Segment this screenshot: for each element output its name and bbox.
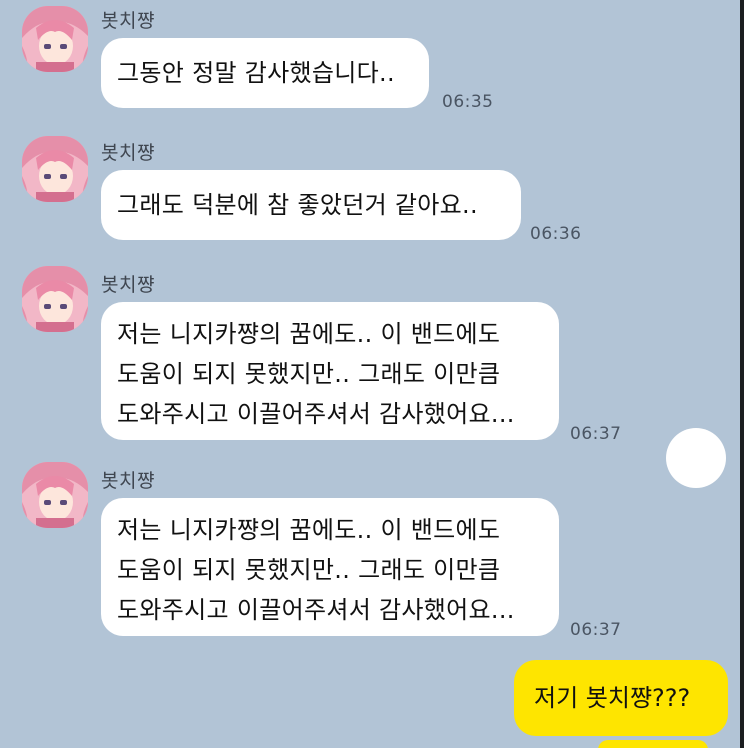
message-time: 06:35: [442, 92, 494, 112]
sender-name: 봇치쨩: [101, 470, 155, 492]
window-edge: [740, 0, 744, 748]
message-time: 06:37: [570, 620, 622, 640]
profile-avatar-icon[interactable]: [22, 462, 88, 528]
profile-avatar-icon[interactable]: [22, 6, 88, 72]
message-text: 도와주시고 이끌어주셔서 감사했어요...: [117, 400, 515, 428]
message-text: 도움이 되지 못했지만.. 그래도 이만큼: [117, 556, 501, 584]
profile-avatar-icon[interactable]: [22, 266, 88, 332]
sender-name: 봇치쨩: [101, 142, 155, 164]
message-text: 도와주시고 이끌어주셔서 감사했어요...: [117, 596, 515, 624]
message-time: 06:36: [530, 224, 582, 244]
sender-name: 봇치쨩: [101, 10, 155, 32]
incoming-message-bubble[interactable]: 저는 니지카쨩의 꿈에도.. 이 밴드에도 도움이 되지 못했지만.. 그래도 …: [101, 498, 559, 636]
message-text: 저기 봇치쨩???: [534, 684, 691, 712]
scroll-down-button[interactable]: [666, 428, 726, 488]
profile-avatar-icon[interactable]: [22, 136, 88, 202]
incoming-message-bubble[interactable]: 저는 니지카쨩의 꿈에도.. 이 밴드에도 도움이 되지 못했지만.. 그래도 …: [101, 302, 559, 440]
message-time: 06:37: [570, 424, 622, 444]
message-text: 그래도 덕분에 참 좋았던거 같아요..: [117, 191, 478, 219]
message-text: 그동안 정말 감사했습니다..: [117, 59, 395, 87]
outgoing-message-bubble-partial: [598, 740, 708, 748]
chat-room[interactable]: 봇치쨩 그동안 정말 감사했습니다.. 06:35 봇치쨩 그래도 덕분에 참 …: [0, 0, 744, 748]
outgoing-message-bubble[interactable]: 저기 봇치쨩???: [514, 660, 728, 736]
sender-name: 봇치쨩: [101, 274, 155, 296]
message-text: 저는 니지카쨩의 꿈에도.. 이 밴드에도: [117, 516, 501, 544]
incoming-message-bubble[interactable]: 그래도 덕분에 참 좋았던거 같아요..: [101, 170, 521, 240]
incoming-message-bubble[interactable]: 그동안 정말 감사했습니다..: [101, 38, 429, 108]
message-text: 도움이 되지 못했지만.. 그래도 이만큼: [117, 360, 501, 388]
message-text: 저는 니지카쨩의 꿈에도.. 이 밴드에도: [117, 320, 501, 348]
